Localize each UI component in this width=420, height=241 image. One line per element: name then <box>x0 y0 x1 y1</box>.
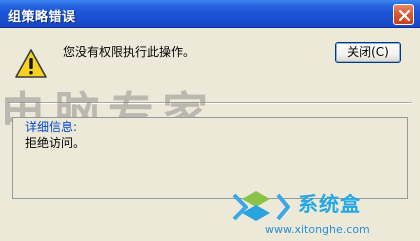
dialog-title: 组策略错误 <box>8 10 76 25</box>
details-value: 拒绝访问。 <box>25 136 86 150</box>
close-icon <box>398 9 411 22</box>
logo-url: www.xitonghe.com <box>265 223 370 236</box>
close-button[interactable]: 关闭(C) <box>335 42 401 63</box>
title-bar[interactable]: 组策略错误 <box>0 0 420 28</box>
logo-name: 系统盒 <box>298 192 361 216</box>
site-logo: 系统盒 www.xitonghe.com <box>226 183 420 241</box>
dialog-window: 组策略错误 您没有权限执行此操作。 关闭(C) 电脑专家 详细信息: 拒绝访问。… <box>0 0 420 241</box>
logo-icon <box>232 191 290 221</box>
warning-icon <box>15 49 47 78</box>
title-close-button[interactable] <box>393 4 414 25</box>
details-label: 详细信息: <box>25 120 78 134</box>
error-message: 您没有权限执行此操作。 <box>63 45 196 59</box>
